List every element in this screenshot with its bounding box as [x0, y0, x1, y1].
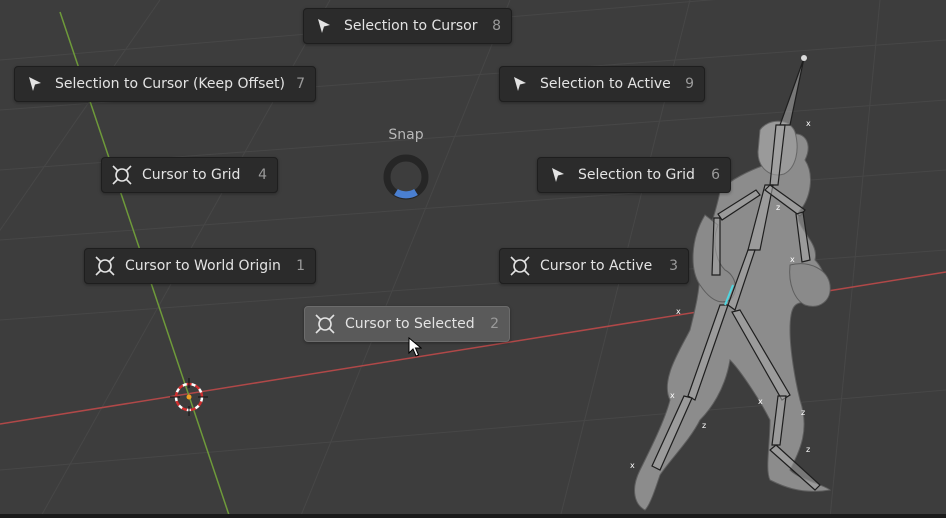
menu-item-label: Cursor to World Origin: [125, 258, 281, 274]
svg-text:x: x: [630, 461, 635, 470]
arrow-cursor-icon: [548, 165, 568, 185]
menu-item-label: Selection to Grid: [578, 167, 695, 183]
svg-text:x: x: [670, 391, 675, 400]
mouse-pointer-icon: [408, 337, 422, 357]
svg-text:x: x: [676, 307, 681, 316]
svg-text:x: x: [758, 397, 763, 406]
svg-text:x: x: [790, 255, 795, 264]
arrow-cursor-icon: [510, 74, 530, 94]
menu-item-shortcut: 8: [492, 18, 501, 34]
menu-item-label: Cursor to Active: [540, 258, 653, 274]
viewport-bottom-edge: [0, 514, 946, 518]
svg-text:z: z: [702, 421, 706, 430]
menu-item-shortcut: 4: [258, 167, 267, 183]
3d-cursor[interactable]: [170, 378, 208, 416]
menu-item-shortcut: 2: [490, 316, 499, 332]
arrow-cursor-icon: [314, 16, 334, 36]
svg-text:z: z: [801, 408, 805, 417]
3d-cursor-icon: [95, 256, 115, 276]
pie-menu-title: Snap: [388, 127, 424, 143]
arrow-cursor-icon: [25, 74, 45, 94]
menu-item-label: Selection to Cursor (Keep Offset): [55, 76, 285, 92]
selection-to-cursor-keep-offset-button[interactable]: Selection to Cursor (Keep Offset) 7: [14, 66, 316, 102]
menu-item-label: Selection to Active: [540, 76, 671, 92]
menu-item-shortcut: 6: [711, 167, 720, 183]
menu-item-shortcut: 1: [296, 258, 305, 274]
3d-cursor-icon: [510, 256, 530, 276]
menu-item-label: Cursor to Selected: [345, 316, 475, 332]
menu-item-shortcut: 7: [296, 76, 305, 92]
selection-to-grid-button[interactable]: Selection to Grid 6: [537, 157, 731, 193]
3d-cursor-icon: [315, 314, 335, 334]
menu-item-label: Cursor to Grid: [142, 167, 241, 183]
3d-cursor-icon: [112, 165, 132, 185]
cursor-to-world-origin-button[interactable]: Cursor to World Origin 1: [84, 248, 316, 284]
cursor-to-grid-button[interactable]: Cursor to Grid 4: [101, 157, 278, 193]
menu-item-shortcut: 9: [685, 76, 694, 92]
svg-text:z: z: [776, 203, 780, 212]
cursor-to-active-button[interactable]: Cursor to Active 3: [499, 248, 689, 284]
pie-direction-indicator: [383, 154, 429, 200]
menu-item-label: Selection to Cursor: [344, 18, 478, 34]
selection-to-active-button[interactable]: Selection to Active 9: [499, 66, 705, 102]
menu-item-shortcut: 3: [669, 258, 678, 274]
svg-text:z: z: [806, 445, 810, 454]
selection-to-cursor-button[interactable]: Selection to Cursor 8: [303, 8, 512, 44]
svg-text:x: x: [806, 119, 811, 128]
cursor-to-selected-button[interactable]: Cursor to Selected 2: [304, 306, 510, 342]
